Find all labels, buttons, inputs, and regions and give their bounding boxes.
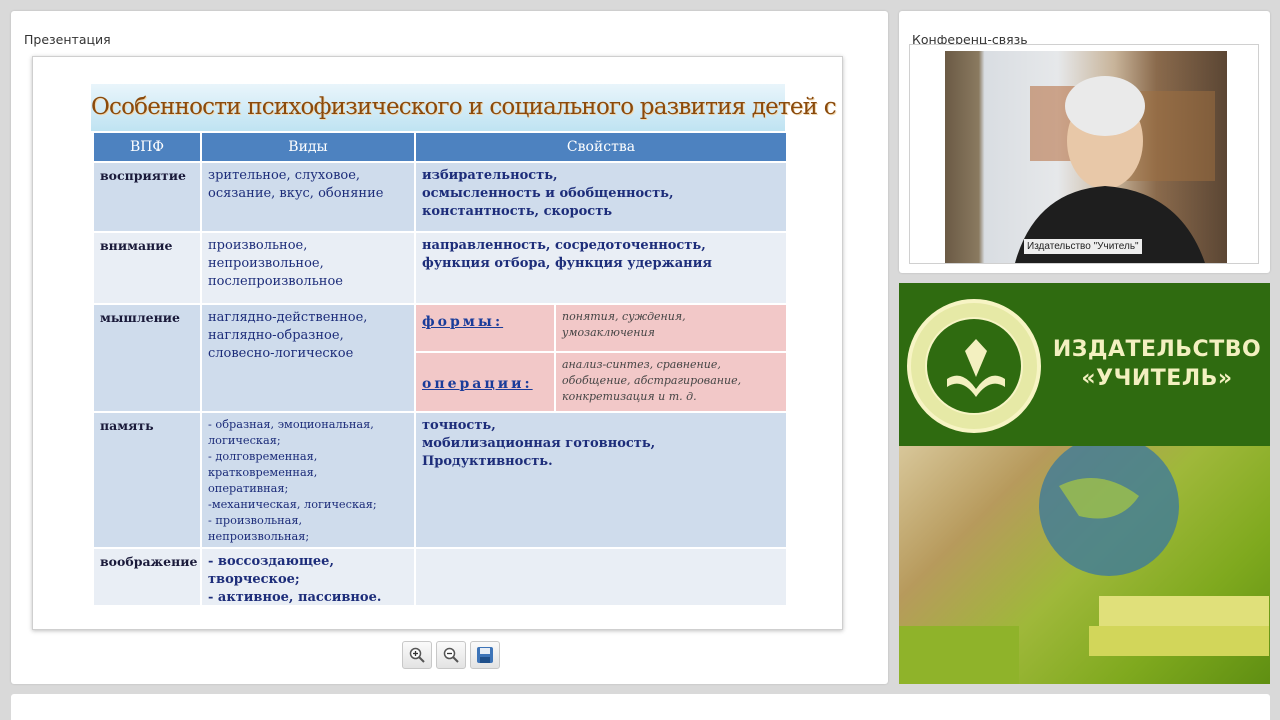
text-line: направленность, сосредоточенность,: [422, 238, 706, 253]
perception-properties: избирательность, осмысленность и обобщен…: [416, 163, 786, 231]
presentation-panel: Презентация Особенности психофизического…: [11, 11, 888, 684]
row-label-memory: память: [94, 413, 200, 547]
text-line: Продуктивность.: [422, 454, 553, 469]
conference-panel: Конференц-связь Издательство "Учитель": [899, 11, 1270, 273]
thinking-forms-label-cell: формы:: [416, 305, 554, 351]
video-caption: Издательство "Учитель": [1024, 239, 1142, 254]
zoom-toolbar: [402, 641, 500, 669]
text-line: творческое;: [208, 572, 300, 587]
perception-types: зрительное, слуховое, осязание, вкус, об…: [202, 163, 414, 231]
memory-types: - образная, эмоциональная, логическая; -…: [202, 413, 414, 547]
imagination-types: - воссоздающее, творческое; - активное, …: [202, 549, 414, 605]
text-line: непроизвольное,: [208, 256, 324, 271]
text-line: понятия, суждения,: [562, 310, 686, 323]
text-line: осмысленность и обобщенность,: [422, 186, 674, 201]
attention-types: произвольное, непроизвольное, послепроиз…: [202, 233, 414, 303]
row-label-attention: внимание: [94, 233, 200, 303]
text-line: зрительное, слуховое,: [208, 168, 361, 183]
text-line: конкретизация и т. д.: [562, 390, 697, 403]
banner-top: ИЗДАТЕЛЬСТВО «УЧИТЕЛЬ»: [899, 283, 1270, 446]
text-line: анализ-синтез, сравнение,: [562, 358, 721, 371]
save-icon: [477, 647, 493, 663]
brand-line1: ИЗДАТЕЛЬСТВО: [1052, 337, 1262, 362]
text-line: избирательность,: [422, 168, 558, 183]
text-line: послепроизвольное: [208, 274, 343, 289]
webcam-video[interactable]: Издательство "Учитель": [945, 51, 1227, 263]
row-label-imagination: воображение: [94, 549, 200, 605]
text-line: кратковременная,: [208, 466, 318, 479]
header-properties: Свойства: [416, 133, 786, 161]
text-line: умозаключения: [562, 326, 655, 339]
thinking-operations-label-cell: операции:: [416, 353, 554, 411]
row-label-perception: восприятие: [94, 163, 200, 231]
attention-properties: направленность, сосредоточенность, функц…: [416, 233, 786, 303]
text-line: - долговременная,: [208, 450, 318, 463]
video-scene-image: [1015, 76, 1215, 263]
text-line: - активное, пассивное.: [208, 590, 382, 605]
text-line: константность, скорость: [422, 204, 613, 219]
text-line: словесно-логическое: [208, 346, 354, 361]
slide-viewer[interactable]: Особенности психофизического и социально…: [32, 56, 843, 630]
text-line: функция отбора, функция удержания: [422, 256, 712, 271]
slide-title-bar: Особенности психофизического и социально…: [91, 84, 843, 131]
text-line: оперативная;: [208, 482, 289, 495]
text-line: точность,: [422, 418, 496, 433]
text-line: - воссоздающее,: [208, 554, 334, 569]
logo-inner: [925, 317, 1023, 415]
thinking-operations-cell: анализ-синтез, сравнение, обобщение, абс…: [556, 353, 786, 411]
text-line: логическая;: [208, 434, 281, 447]
imagination-properties: [416, 549, 786, 605]
video-frame: Издательство "Учитель": [909, 44, 1259, 264]
save-button[interactable]: [470, 641, 500, 669]
globe-books-image: [899, 436, 1269, 684]
book-logo-icon: [947, 339, 1005, 397]
text-line: - образная, эмоциональная,: [208, 418, 374, 431]
memory-properties: точность, мобилизационная готовность, Пр…: [416, 413, 786, 547]
publisher-logo: [907, 299, 1041, 433]
text-line: осязание, вкус, обоняние: [208, 186, 384, 201]
publisher-banner: ИЗДАТЕЛЬСТВО «УЧИТЕЛЬ»: [899, 283, 1270, 684]
zoom-in-button[interactable]: [402, 641, 432, 669]
forms-label: формы:: [422, 314, 504, 330]
zoom-in-icon: [409, 647, 425, 663]
banner-books-image: [899, 436, 1270, 684]
zoom-out-icon: [443, 647, 459, 663]
thinking-types: наглядно-действенное, наглядно-образное,…: [202, 305, 414, 411]
operations-label: операции:: [422, 376, 533, 392]
thinking-forms-cell: понятия, суждения, умозаключения: [556, 305, 786, 351]
row-label-thinking: мышление: [94, 305, 200, 411]
header-types: Виды: [202, 133, 414, 161]
text-line: обобщение, абстрагирование,: [562, 374, 742, 387]
header-vpf: ВПФ: [94, 133, 200, 161]
text-line: - произвольная,: [208, 514, 303, 527]
zoom-out-button[interactable]: [436, 641, 466, 669]
text-line: непроизвольная;: [208, 530, 310, 543]
bottom-panel: [11, 694, 1270, 720]
slide-title: Особенности психофизического и социально…: [91, 94, 843, 120]
text-line: наглядно-образное,: [208, 328, 344, 343]
text-line: мобилизационная готовность,: [422, 436, 656, 451]
brand-line2: «УЧИТЕЛЬ»: [1081, 366, 1233, 391]
text-line: наглядно-действенное,: [208, 310, 368, 325]
presentation-title: Презентация: [24, 32, 111, 47]
text-line: произвольное,: [208, 238, 308, 253]
text-line: -механическая, логическая;: [208, 498, 377, 511]
